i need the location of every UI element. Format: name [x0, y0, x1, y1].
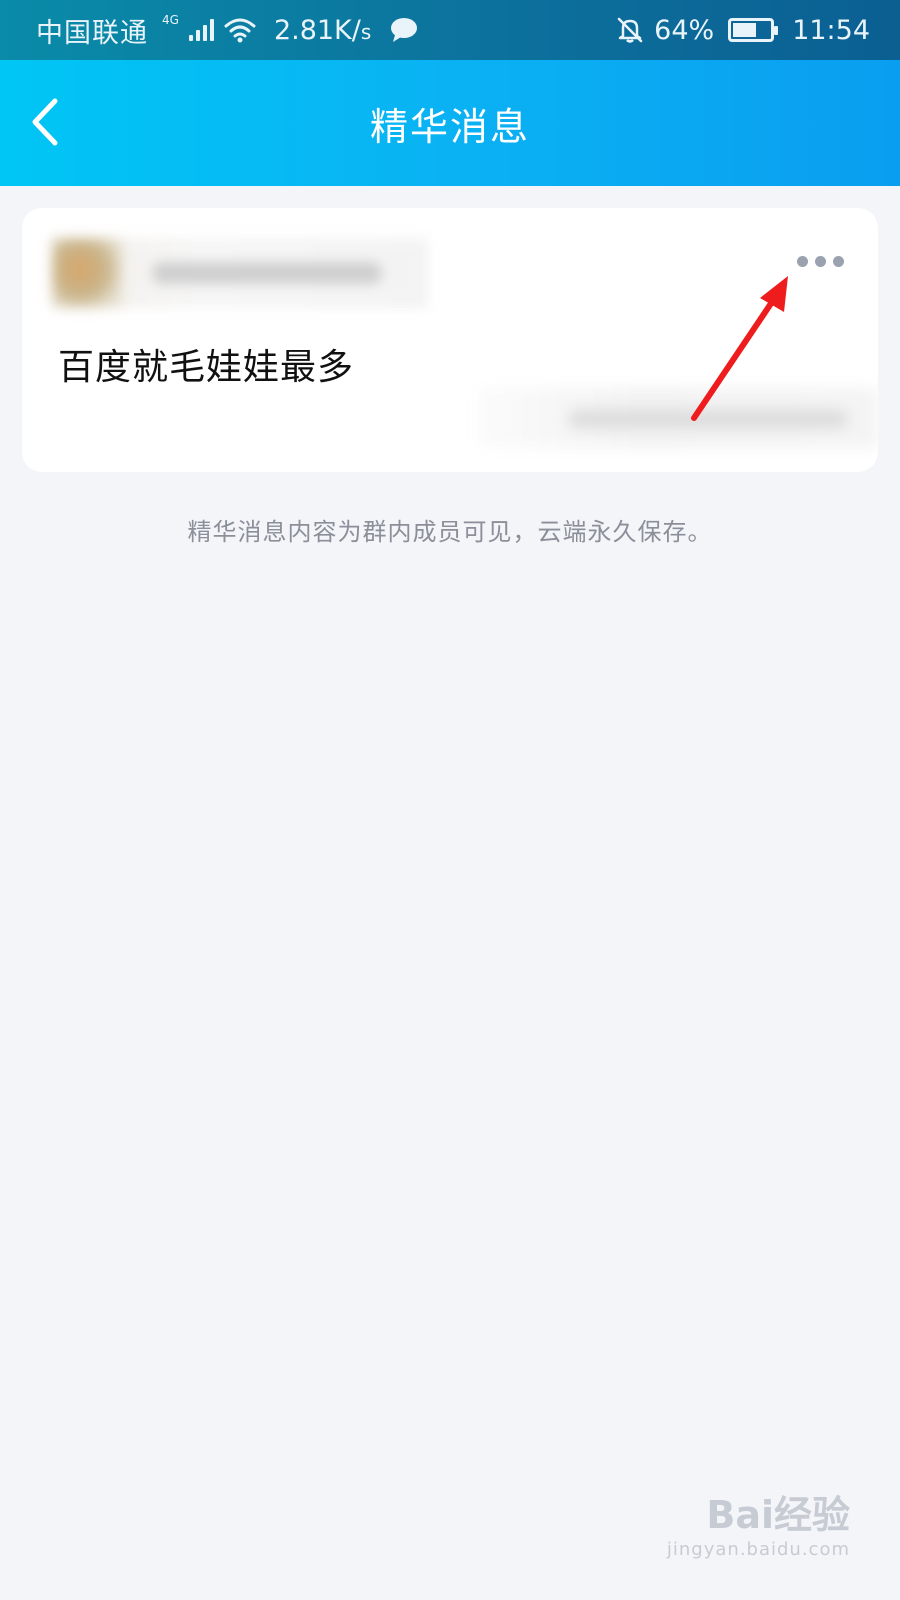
- status-left: 中国联通 4G 2.81K/s: [36, 11, 419, 50]
- status-bar: 中国联通 4G 2.81K/s 64% 11:54: [0, 0, 900, 60]
- battery-fill: [733, 23, 757, 37]
- signal-icon: [188, 19, 214, 41]
- wifi-icon: [224, 18, 256, 43]
- annotation-arrow: [691, 276, 788, 421]
- more-horizontal-icon-dot: [814, 255, 826, 267]
- watermark: Bai经验 jingyan.baidu.com: [667, 1484, 850, 1560]
- sender-info-blurred: [52, 238, 428, 308]
- network-speed: 2.81K/s: [274, 15, 371, 46]
- speed-value: 2.81K/: [273, 14, 361, 46]
- network-type: 4G: [162, 13, 179, 27]
- more-horizontal-icon: [796, 255, 808, 267]
- status-right: 64% 11:54: [616, 15, 870, 46]
- chat-icon: [391, 18, 418, 42]
- battery-icon: [728, 18, 779, 42]
- carrier-name: 中国联通: [36, 17, 148, 49]
- page-title: 精华消息: [369, 104, 530, 149]
- app-header: 精华消息: [0, 60, 900, 186]
- back-button[interactable]: [14, 90, 74, 154]
- clock: 11:54: [792, 14, 870, 46]
- battery-percent: 64%: [654, 14, 715, 46]
- watermark-logo: Bai经验: [706, 1493, 850, 1537]
- watermark-url: jingyan.baidu.com: [666, 1539, 850, 1560]
- avatar: [52, 238, 122, 308]
- message-text: 百度就毛娃娃最多: [58, 347, 355, 388]
- message-meta-blurred: [478, 388, 878, 448]
- speed-unit: s: [360, 19, 372, 44]
- chevron-left-icon: [32, 98, 58, 146]
- sender-name-blurred: [152, 262, 382, 284]
- screen: 中国联通 4G 2.81K/s 64% 11:54 精华消息 百度就毛娃娃最多 …: [0, 0, 900, 1600]
- bell-off-icon: [617, 17, 643, 43]
- more-horizontal-icon-dot: [832, 255, 844, 267]
- info-note: 精华消息内容为群内成员可见，云端永久保存。: [187, 518, 713, 546]
